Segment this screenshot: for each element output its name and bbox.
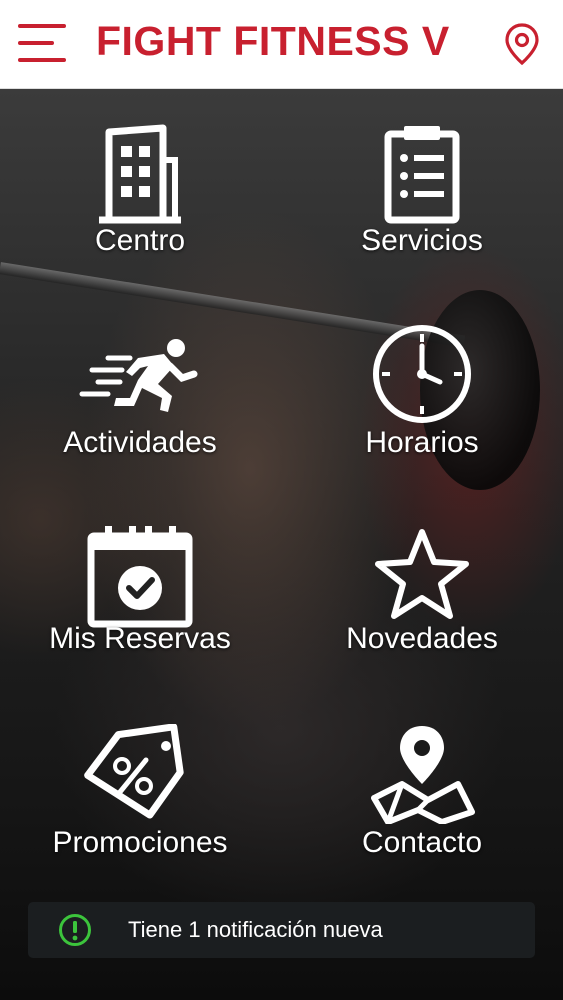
tile-actividades[interactable]: Actividades xyxy=(40,330,240,480)
building-icon xyxy=(99,124,181,224)
exclamation-circle-icon xyxy=(59,914,91,946)
tile-centro[interactable]: Centro xyxy=(40,120,240,270)
clock-icon xyxy=(373,325,471,423)
app-title: FIGHT FITNESS V xyxy=(96,18,450,64)
running-person-icon xyxy=(79,339,198,412)
app-header: FIGHT FITNESS V xyxy=(0,0,563,89)
notification-text: Tiene 1 notificación nueva xyxy=(128,917,383,942)
notification-bar[interactable]: Tiene 1 notificación nueva xyxy=(28,902,535,958)
hamburger-menu-icon[interactable] xyxy=(18,24,70,64)
tile-label: Horarios xyxy=(365,426,479,459)
tile-novedades[interactable]: Novedades xyxy=(322,522,522,672)
tile-label: Contacto xyxy=(361,826,483,859)
tile-label: Centro xyxy=(94,224,186,257)
tile-label: Actividades xyxy=(63,426,217,459)
tile-label: Mis Reservas xyxy=(49,622,231,655)
calendar-check-icon xyxy=(87,526,193,628)
tile-label: Servicios xyxy=(361,224,483,257)
map-location-icon xyxy=(371,726,475,824)
clipboard-list-icon xyxy=(384,126,460,224)
tile-label: Promociones xyxy=(52,826,228,859)
tile-servicios[interactable]: Servicios xyxy=(322,120,522,270)
tile-horarios[interactable]: Horarios xyxy=(322,320,522,470)
tile-contacto[interactable]: Contacto xyxy=(322,722,522,872)
tile-promociones[interactable]: Promociones xyxy=(40,722,240,872)
map-pin-icon[interactable] xyxy=(502,22,542,66)
tile-label: Novedades xyxy=(346,622,498,655)
tile-mis-reservas[interactable]: Mis Reservas xyxy=(40,522,240,672)
discount-tag-icon xyxy=(84,724,184,819)
star-icon xyxy=(375,529,469,619)
